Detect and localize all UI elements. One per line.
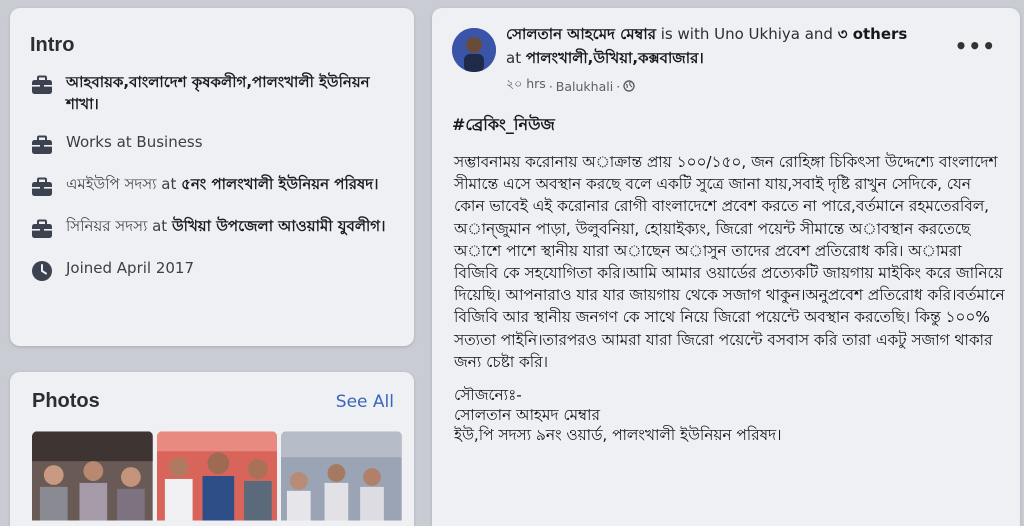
intro-title: Intro <box>30 34 75 56</box>
post-header-text: সোলতান আহমেদ মেম্বার is with Uno Ukhiya … <box>506 22 926 70</box>
photo-thumbnails <box>32 431 403 521</box>
intro-item-link[interactable]: উখিয়া উপজেলা আওয়ামী যুবলীগ। <box>172 217 386 235</box>
meta-separator: · <box>616 78 621 94</box>
photo-thumbnail[interactable] <box>281 431 403 521</box>
intro-card: Intro আহবায়ক,বাংলাদেশ কৃষকলীগ,পালংখালী … <box>10 8 414 346</box>
post-header: সোলতান আহমেদ মেম্বার is with Uno Ukhiya … <box>452 22 1002 96</box>
intro-item-work-3: এমইউপি সদস্য at ৫নং পালংখালী ইউনিয়ন পরি… <box>22 173 402 199</box>
intro-item-work-4: সিনিয়র সদস্য at উখিয়া উপজেলা আওয়ামী য… <box>22 215 402 241</box>
briefcase-icon <box>32 177 52 196</box>
intro-item-link[interactable]: আহবায়ক,বাংলাদেশ কৃষকলীগ,পালংখালী ইউনিয়… <box>66 73 370 113</box>
credit-label: সৌজন্যেঃ- <box>454 386 522 405</box>
post-body: সম্ভাবনাময় করোনায় অাক্রান্ত প্রায় ১০০… <box>454 153 1005 371</box>
post-card: সোলতান আহমেদ মেম্বার is with Uno Ukhiya … <box>432 8 1020 526</box>
post-time[interactable]: ২০ hrs <box>506 76 546 96</box>
see-all-link[interactable]: See All <box>336 392 394 412</box>
photo-thumbnail[interactable] <box>156 431 278 521</box>
photos-card: Photos See All <box>10 372 414 526</box>
intro-item-joined: Joined April 2017 <box>22 257 402 283</box>
more-options-button[interactable]: ••• <box>955 34 996 58</box>
photos-title: Photos <box>32 390 100 412</box>
briefcase-icon <box>32 75 52 94</box>
others-link[interactable]: ৩ others <box>838 25 908 43</box>
author-name[interactable]: সোলতান আহমেদ মেম্বার <box>506 25 656 43</box>
post-hashtag[interactable]: #ব্রেকিং_নিউজ <box>452 112 1002 139</box>
globe-icon <box>623 80 635 92</box>
avatar[interactable] <box>452 28 496 72</box>
with-text: is with Uno Ukhiya and <box>656 25 838 43</box>
at-text: at <box>506 49 526 67</box>
intro-item-prefix: Joined April 2017 <box>66 259 195 277</box>
intro-item-prefix: সিনিয়র সদস্য at <box>66 217 172 235</box>
intro-item-prefix: এমইউপি সদস্য at <box>66 175 182 193</box>
intro-item-work-2: Works at Business <box>22 131 402 157</box>
post-meta: ২০ hrs · Balukhali · <box>506 76 926 96</box>
photo-thumbnail[interactable] <box>32 431 153 521</box>
credit-role: ইউ,পি সদস্য ৯নং ওয়ার্ড, পালংখালী ইউনিয়… <box>454 426 782 445</box>
briefcase-icon <box>32 219 52 238</box>
post-place[interactable]: Balukhali <box>556 79 613 94</box>
post-credit: সৌজন্যেঃ- সোলতান আহমদ মেম্বার ইউ,পি সদস্… <box>454 385 1002 445</box>
briefcase-icon <box>32 135 52 154</box>
intro-item-work-1: আহবায়ক,বাংলাদেশ কৃষকলীগ,পালংখালী ইউনিয়… <box>22 71 402 115</box>
intro-item-link[interactable]: ৫নং পালংখালী ইউনিয়ন পরিষদ। <box>181 175 378 193</box>
location-link[interactable]: পালংখালী,উখিয়া,কক্সবাজার। <box>526 49 704 67</box>
clock-icon <box>32 261 52 281</box>
meta-separator: · <box>548 78 553 94</box>
intro-item-prefix: Works at Business <box>66 133 203 151</box>
credit-name: সোলতান আহমদ মেম্বার <box>454 406 600 425</box>
